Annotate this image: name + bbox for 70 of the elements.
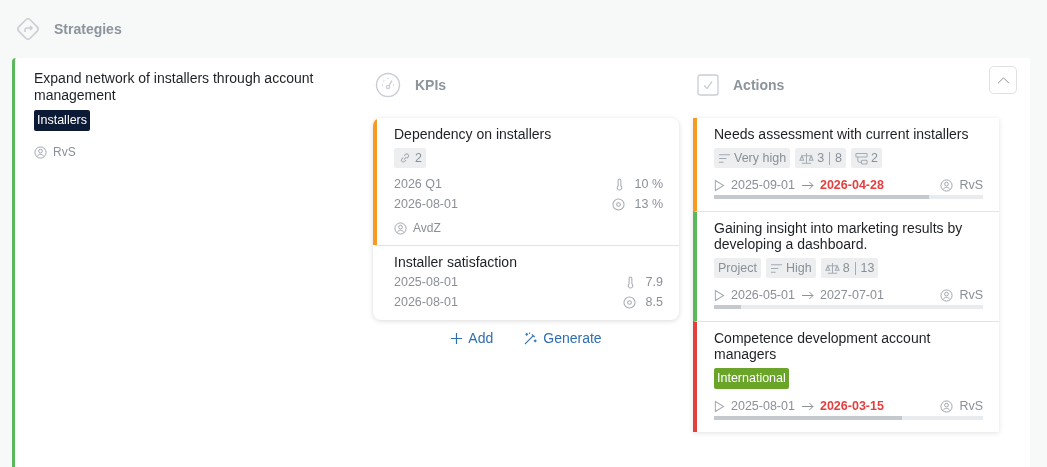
kpi-period: 2025-08-01 [394, 275, 458, 290]
user-icon [940, 288, 954, 302]
plus-icon [450, 331, 464, 345]
strategy-title: Expand network of installers through account management [34, 70, 315, 104]
user-icon [940, 399, 954, 413]
owner-initials: AvdZ [413, 221, 441, 235]
target-value: 13 % [634, 197, 663, 212]
play-icon [714, 178, 725, 192]
target-icon [611, 198, 625, 211]
gauge-icon [375, 72, 401, 98]
current-value: 10 % [634, 177, 663, 192]
owner-initials: RvS [959, 399, 983, 413]
start-date: 2025-09-01 [731, 178, 795, 192]
bars-icon [718, 152, 731, 164]
effort-badge: 3 8 [795, 148, 847, 168]
kpi-title: Installer satisfaction [394, 254, 518, 270]
current-value: 7.9 [645, 275, 663, 290]
link-icon [398, 151, 412, 165]
priority-badge: High [765, 258, 816, 278]
tag: International [714, 368, 789, 389]
priority-badge: Very high [714, 148, 791, 168]
target-icon [622, 296, 636, 309]
column-title: KPIs [415, 77, 447, 93]
generate-button[interactable]: Generate [523, 330, 602, 346]
owner-initials: RvS [959, 288, 983, 302]
action-title: Needs assessment with current installers [714, 126, 970, 142]
end-date: 2026-03-15 [819, 399, 884, 413]
target-value: 8.5 [645, 295, 663, 310]
link-count-badge: 2 [394, 148, 426, 168]
column-title: Actions [733, 77, 785, 93]
section-title: Strategies [54, 21, 122, 37]
kpi-period: 2026 Q1 [394, 177, 442, 192]
action-title: Gaining insight into marketing results by developing a dashboard. [714, 220, 964, 252]
kpi-title: Dependency on installers [394, 126, 553, 142]
action-item[interactable]: Competence development account managers International 2025-08-01 2026-03-15 RvS [693, 321, 999, 432]
owner-initials: RvS [959, 178, 983, 192]
kpi-item[interactable]: Installer satisfaction 2025-08-01 7.9 2026-08-01 8.5 [373, 245, 679, 320]
bars-icon [769, 262, 783, 274]
magic-wand-icon [523, 330, 539, 346]
arrow-right-icon [800, 401, 814, 411]
kpi-date: 2026-08-01 [394, 295, 458, 310]
arrow-right-icon [800, 180, 814, 190]
play-icon [714, 399, 725, 413]
user-icon [394, 221, 407, 235]
user-icon [34, 145, 47, 159]
action-item[interactable]: Needs assessment with current installers Very high 3 8 2 2025-09-01 2026-04-28 RvS [693, 118, 999, 211]
tag: Installers [34, 110, 91, 131]
effort-badge: 8 13 [820, 258, 879, 278]
add-button[interactable]: Add [450, 330, 494, 346]
kpi-item[interactable]: Dependency on installers 2 2026 Q1 10 % 2026-08-01 13 % AvdZ [373, 118, 679, 245]
scale-icon [799, 151, 815, 165]
arrow-right-icon [800, 290, 814, 300]
checkbox-icon [697, 74, 719, 96]
start-date: 2026-05-01 [731, 288, 795, 302]
user-icon [940, 178, 954, 192]
owner-initials: RvS [53, 145, 76, 159]
end-date: 2026-04-28 [819, 178, 884, 192]
kpi-date: 2026-08-01 [394, 197, 458, 212]
subtask-icon [855, 151, 869, 165]
type-badge: Project [714, 258, 761, 278]
end-date: 2027-07-01 [819, 288, 884, 302]
start-date: 2025-08-01 [731, 399, 795, 413]
subtask-badge: 2 [851, 148, 882, 168]
action-item[interactable]: Gaining insight into marketing results by developing a dashboard. Project High 8 13 2026-05-01 2027-07-01 RvS [693, 211, 999, 321]
action-title: Competence development account managers [714, 330, 932, 362]
scale-icon [824, 261, 840, 275]
play-icon [714, 288, 725, 302]
chevron-up-icon [996, 75, 1010, 85]
collapse-button[interactable] [989, 66, 1017, 94]
diamond-arrow-icon [14, 15, 42, 43]
